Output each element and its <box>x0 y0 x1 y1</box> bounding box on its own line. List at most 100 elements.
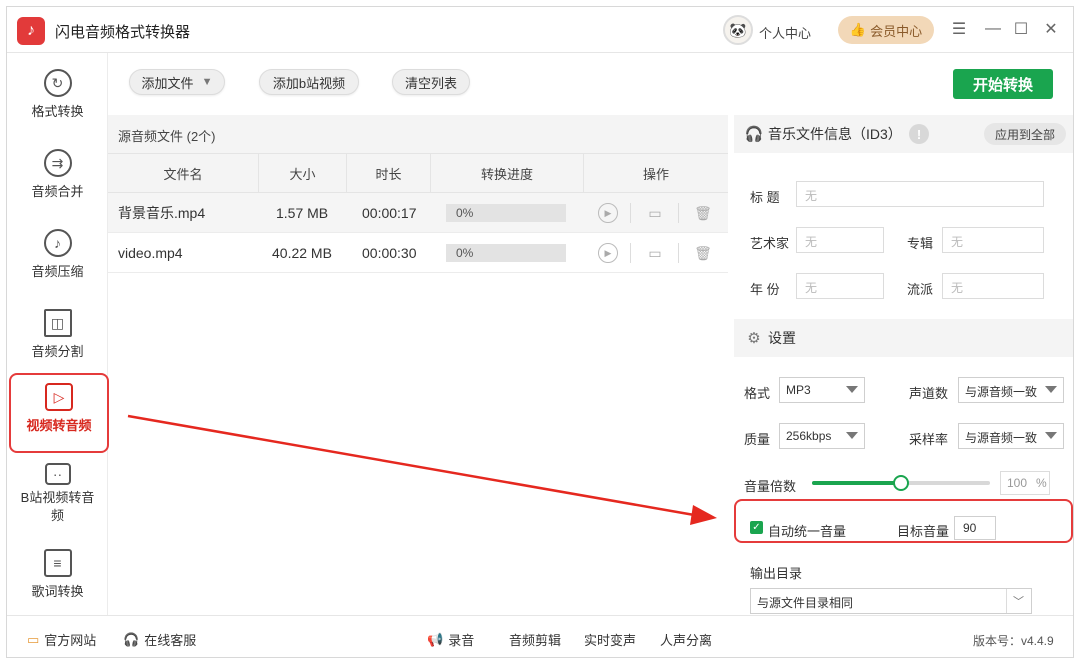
thumbs-up-icon: 👍 <box>849 22 867 37</box>
file-duration: 00:00:17 <box>362 205 417 221</box>
volume-unit: % <box>1036 476 1047 490</box>
id3-section-header: 🎧 音乐文件信息（ID3） ! 应用到全部 <box>734 115 1073 153</box>
album-label: 专辑 <box>907 236 934 251</box>
output-dir-select[interactable]: 与源文件目录相同 ﹀ <box>750 588 1032 614</box>
info-icon[interactable]: ! <box>909 124 929 144</box>
volume-label: 音量倍数 <box>744 479 797 494</box>
genre-field[interactable]: 无 <box>942 273 1044 299</box>
minimize-icon[interactable]: — <box>983 19 1003 39</box>
music-note-icon: ♪ <box>43 229 72 257</box>
vocal-split-link[interactable]: 人声分离 <box>660 630 712 649</box>
add-file-button[interactable]: 添加文件 ▼ <box>129 69 225 95</box>
clear-list-button[interactable]: 清空列表 <box>392 69 470 95</box>
split-icon: ◫ <box>43 309 72 337</box>
file-name: video.mp4 <box>118 245 183 261</box>
refresh-icon: ↻ <box>43 69 72 97</box>
volume-slider[interactable] <box>812 475 990 491</box>
app-window: ♪ 闪电音频格式转换器 🐼 个人中心 👍 会员中心 ☰ — ☐ ✕ ↻ 格式转换… <box>6 6 1074 658</box>
website-link[interactable]: ▭ 官方网站 <box>27 630 96 649</box>
maximize-icon[interactable]: ☐ <box>1011 19 1031 39</box>
video-to-audio-icon: ▷ <box>45 383 73 411</box>
file-size: 40.22 MB <box>272 245 332 261</box>
format-select[interactable]: MP3 <box>779 377 865 403</box>
voice-change-link[interactable]: 实时变声 <box>584 630 636 649</box>
apply-to-all-button[interactable]: 应用到全部 <box>984 123 1066 145</box>
chevron-down-icon <box>846 386 858 393</box>
samplerate-select[interactable]: 与源音频一致 <box>958 423 1064 449</box>
record-link[interactable]: 📢 录音 <box>427 630 474 649</box>
column-header-actions: 操作 <box>583 153 728 193</box>
menu-icon[interactable]: ☰ <box>949 19 969 39</box>
avatar[interactable]: 🐼 <box>723 15 753 45</box>
progress-bar: 0% <box>446 204 566 222</box>
volume-slider-fill <box>812 481 901 485</box>
file-list-header: 源音频文件 (2个) <box>108 115 728 153</box>
folder-icon[interactable]: ▭ <box>645 243 665 263</box>
user-center-link[interactable]: 个人中心 <box>759 23 811 42</box>
sidebar: ↻ 格式转换 ⇉ 音频合并 ♪ 音频压缩 ◫ 音频分割 ▷ 视频转音频 ·· B… <box>7 53 109 615</box>
chevron-down-icon <box>846 432 858 439</box>
year-label: 年 份 <box>750 282 780 297</box>
sidebar-item-bilibili-to-audio[interactable]: ·· B站视频转音频 <box>7 463 108 525</box>
add-bilibili-video-button[interactable]: 添加b站视频 <box>259 69 359 95</box>
app-title: 闪电音频格式转换器 <box>55 24 191 41</box>
sidebar-item-audio-compress[interactable]: ♪ 音频压缩 <box>7 229 108 280</box>
title-label: 标 题 <box>750 190 780 205</box>
file-name: 背景音乐.mp4 <box>118 205 206 221</box>
genre-label: 流派 <box>907 282 934 297</box>
vip-center-button[interactable]: 👍 会员中心 <box>838 16 934 44</box>
sidebar-item-lyrics-convert[interactable]: ≡ 歌词转换 <box>7 549 108 600</box>
app-logo-icon: ♪ <box>17 17 45 45</box>
folder-icon[interactable]: ▭ <box>645 203 665 223</box>
play-icon[interactable]: ▶ <box>598 203 618 223</box>
volume-slider-handle[interactable] <box>893 475 909 491</box>
sidebar-item-format-convert[interactable]: ↻ 格式转换 <box>7 69 108 120</box>
highlight-box <box>734 499 1073 543</box>
chevron-down-icon[interactable]: ▼ <box>202 76 213 88</box>
settings-section-header: ⚙ 设置 <box>734 319 1073 357</box>
artist-field[interactable]: 无 <box>796 227 884 253</box>
merge-icon: ⇉ <box>43 149 72 177</box>
chevron-down-icon <box>1045 386 1057 393</box>
album-field[interactable]: 无 <box>942 227 1044 253</box>
table-row[interactable]: 背景音乐.mp4 1.57 MB 00:00:17 0% ▶ ▭ 🗑 <box>108 193 728 233</box>
title-bar: ♪ 闪电音频格式转换器 🐼 个人中心 👍 会员中心 ☰ — ☐ ✕ <box>7 7 1073 53</box>
lyrics-icon: ≡ <box>43 549 72 577</box>
version-label: 版本号：v4.4.9 <box>973 634 1054 648</box>
close-icon[interactable]: ✕ <box>1041 19 1061 39</box>
sidebar-item-audio-merge[interactable]: ⇉ 音频合并 <box>7 149 108 200</box>
sidebar-item-video-to-audio[interactable]: ▷ 视频转音频 <box>9 373 109 453</box>
title-field[interactable]: 无 <box>796 181 1044 207</box>
chevron-down-icon <box>1045 432 1057 439</box>
trash-icon[interactable]: 🗑 <box>693 243 713 263</box>
headset-icon: 🎧 <box>123 631 140 647</box>
trash-icon[interactable]: 🗑 <box>693 203 713 223</box>
start-convert-button[interactable]: 开始转换 <box>953 69 1053 99</box>
channels-select[interactable]: 与源音频一致 <box>958 377 1064 403</box>
sidebar-item-audio-split[interactable]: ◫ 音频分割 <box>7 309 108 360</box>
column-header-size: 大小 <box>258 153 346 193</box>
file-list-panel: 源音频文件 (2个) 文件名 大小 时长 转换进度 操作 背景音乐.mp4 1.… <box>108 115 728 615</box>
vip-center-label: 会员中心 <box>870 23 923 39</box>
progress-bar: 0% <box>446 244 566 262</box>
bilibili-icon: ·· <box>44 463 71 485</box>
file-size: 1.57 MB <box>276 205 329 221</box>
play-icon[interactable]: ▶ <box>598 243 618 263</box>
year-field[interactable]: 无 <box>796 273 884 299</box>
bottom-bar: ▭ 官方网站 🎧 在线客服 📢 录音 音频剪辑 实时变声 人声分离 版本号：v4… <box>7 615 1073 657</box>
quality-select[interactable]: 256kbps <box>779 423 865 449</box>
column-header-duration: 时长 <box>346 153 430 193</box>
output-dir-label: 输出目录 <box>750 566 803 581</box>
headphones-icon: 🎧 <box>744 126 764 143</box>
column-header-progress: 转换进度 <box>430 153 583 193</box>
samplerate-label: 采样率 <box>909 432 949 447</box>
gear-icon: ⚙ <box>747 330 761 347</box>
column-header-name: 文件名 <box>108 153 258 193</box>
audio-edit-link[interactable]: 音频剪辑 <box>509 630 561 649</box>
channels-label: 声道数 <box>909 386 949 401</box>
table-row[interactable]: video.mp4 40.22 MB 00:00:30 0% ▶ ▭ 🗑 <box>108 233 728 273</box>
monitor-icon: ▭ <box>27 631 40 647</box>
support-link[interactable]: 🎧 在线客服 <box>123 630 196 649</box>
format-label: 格式 <box>744 386 771 401</box>
file-duration: 00:00:30 <box>362 245 417 261</box>
